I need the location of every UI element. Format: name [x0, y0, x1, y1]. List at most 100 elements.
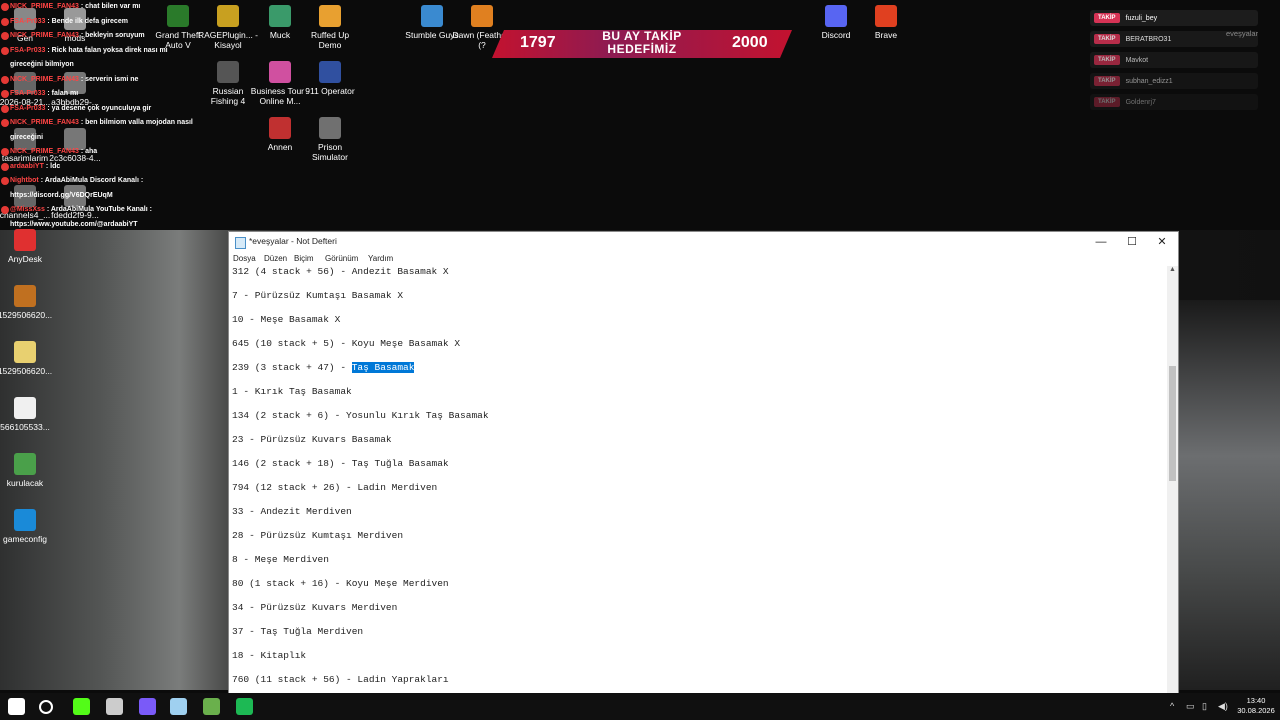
clock-time: 13:40 — [1246, 696, 1266, 705]
desktop-icon[interactable]: Brave — [856, 5, 916, 40]
network-icon[interactable]: ▭ — [1186, 701, 1195, 712]
chat-message: https://www.youtube.com/@ardaabiYT — [0, 218, 200, 233]
chat-text: : ArdaAbiMula Discord Kanalı : — [40, 177, 144, 184]
follow-badge: TAKİP — [1094, 13, 1120, 23]
text-line[interactable]: 1 - Kırık Taş Basamak — [232, 386, 352, 397]
line-text: 34 - Pürüzsüz Kuvars Merdiven — [232, 602, 398, 613]
chat-username: FSA-Pr033 — [10, 90, 46, 97]
text-line[interactable]: 23 - Pürüzsüz Kuvars Basamak — [232, 434, 392, 445]
minimize-button[interactable]: — — [1086, 232, 1116, 252]
chat-message: gireceğini — [0, 131, 200, 146]
menu-item[interactable]: Görünüm — [325, 254, 358, 263]
text-line[interactable]: 10 - Meşe Basamak X — [232, 314, 340, 325]
text-line[interactable]: 239 (3 stack + 47) - Taş Basamak — [232, 362, 415, 373]
menu-item[interactable]: Dosya — [233, 254, 256, 263]
line-text: 7 - Pürüzsüz Kumtaşı Basamak X — [232, 290, 404, 301]
messenger-app-icon[interactable] — [139, 698, 156, 715]
chat-text: : falan mı — [47, 90, 79, 97]
clock-date: 30.08.2026 — [1237, 706, 1275, 715]
text-line[interactable]: 34 - Pürüzsüz Kuvars Merdiven — [232, 602, 397, 613]
desktop-icon[interactable]: gameconfig — [0, 509, 55, 544]
volume-icon[interactable]: ◀) — [1218, 701, 1228, 712]
text-line[interactable]: 18 - Kitaplık — [232, 650, 306, 661]
minecraft-app-icon[interactable] — [203, 698, 220, 715]
chat-message: @MissXss: ArdaAbiMula YouTube Kanalı : — [0, 203, 200, 218]
vertical-scrollbar[interactable]: ▲ — [1167, 266, 1178, 694]
text-editor[interactable]: 312 (4 stack + 56) - Andezit Basamak X 7 … — [229, 266, 1167, 694]
app-icon — [14, 341, 36, 363]
obs-app-icon[interactable] — [106, 698, 123, 715]
spotify-app-icon[interactable] — [236, 698, 253, 715]
line-text: 645 (10 stack + 5) - Koyu Meşe Basamak X — [232, 338, 461, 349]
chat-username: NICK_PRIME_FAN43 — [10, 3, 79, 10]
desktop-icon[interactable]: Russian Fishing 4 — [198, 61, 258, 106]
kick-app-icon[interactable] — [73, 698, 90, 715]
text-line[interactable]: 760 (11 stack + 56) - Ladin Yaprakları — [232, 674, 449, 685]
desktop-icon-label: 1529506620... — [0, 310, 53, 320]
app-icon — [319, 5, 341, 27]
notepad-window[interactable]: *eveşyalar - Not Defteri — ☐ ✕ Dosya Düze… — [228, 231, 1179, 695]
desktop-icon-label: 1529506620... — [0, 366, 53, 376]
app-icon — [269, 61, 291, 83]
chat-message: FSA-Pr033: Bende ilk defa girecem — [0, 15, 200, 30]
desktop-icon[interactable]: 911 Operator — [300, 61, 360, 96]
menu-item[interactable]: Biçim — [294, 254, 314, 263]
desktop-icon[interactable]: 1529506620... — [0, 341, 55, 376]
follower-entry: TAKİP Mavkot — [1090, 52, 1258, 68]
text-line[interactable]: 134 (2 stack + 6) - Yosunlu Kırık Taş Ba… — [232, 410, 489, 421]
menu-bar: Dosya Düzen Biçim Görünüm Yardım — [229, 252, 1178, 266]
text-line[interactable]: 645 (10 stack + 5) - Koyu Meşe Basamak X — [232, 338, 460, 349]
overlay-label: eveşyalar — [1226, 29, 1259, 38]
chat-username: @MissXss — [10, 206, 45, 213]
search-button-icon[interactable] — [39, 700, 53, 714]
start-button-icon[interactable] — [8, 698, 25, 715]
follow-badge: TAKİP — [1094, 34, 1120, 44]
app-icon — [269, 117, 291, 139]
chat-username: NICK_PRIME_FAN43 — [10, 119, 79, 126]
menu-item[interactable]: Düzen — [264, 254, 287, 263]
follow-badge: TAKİP — [1094, 55, 1120, 65]
text-line[interactable]: 794 (12 stack + 26) - Ladin Merdiven — [232, 482, 437, 493]
app-icon — [217, 61, 239, 83]
app-icon — [421, 5, 443, 27]
chat-bubble-icon[interactable]: ▯ — [1202, 701, 1207, 712]
chat-username: Nightbot — [10, 177, 39, 184]
app-icon — [217, 5, 239, 27]
system-clock[interactable]: 13:40 30.08.2026 — [1236, 696, 1276, 716]
scrollbar-thumb[interactable] — [1169, 366, 1176, 481]
chat-message: NICK_PRIME_FAN43: bekleyin soruyum — [0, 29, 200, 44]
chat-message: NICK_PRIME_FAN43: chat bilen var mı — [0, 0, 200, 15]
maximize-button[interactable]: ☐ — [1117, 232, 1147, 252]
line-text: 1 - Kırık Taş Basamak — [232, 386, 352, 397]
chat-text: : ben bilmiom valla mojodan nasıl — [80, 119, 193, 126]
text-line[interactable]: 37 - Taş Tuğla Merdiven — [232, 626, 363, 637]
chat-text: : chat bilen var mı — [80, 3, 141, 10]
chat-text: : ArdaAbiMula YouTube Kanalı : — [46, 206, 152, 213]
text-line[interactable]: 146 (2 stack + 18) - Taş Tuğla Basamak — [232, 458, 449, 469]
chat-message: Nightbot: ArdaAbiMula Discord Kanalı : — [0, 174, 200, 189]
selected-text[interactable]: Taş Basamak — [351, 362, 415, 373]
text-line[interactable]: 7 - Pürüzsüz Kumtaşı Basamak X — [232, 290, 403, 301]
scroll-up-icon[interactable]: ▲ — [1169, 266, 1176, 273]
desktop-icon-label: Muck — [269, 30, 291, 40]
text-line[interactable]: 312 (4 stack + 56) - Andezit Basamak X — [232, 266, 449, 277]
text-line[interactable]: 80 (1 stack + 16) - Koyu Meşe Merdiven — [232, 578, 449, 589]
title-bar[interactable]: *eveşyalar - Not Defteri — ☐ ✕ — [229, 232, 1178, 252]
desktop-icon[interactable]: 566105533... — [0, 397, 55, 432]
desktop-icon[interactable]: 1529506620... — [0, 285, 55, 320]
close-button[interactable]: ✕ — [1147, 232, 1177, 252]
chevron-up-icon[interactable]: ^ — [1170, 701, 1174, 711]
desktop-icon[interactable]: RAGEPlugin... - Kisayol — [198, 5, 258, 50]
menu-item[interactable]: Yardım — [368, 254, 393, 263]
text-line[interactable]: 8 - Meşe Merdiven — [232, 554, 329, 565]
text-line[interactable]: 28 - Pürüzsüz Kumtaşı Merdiven — [232, 530, 403, 541]
notepad-app-icon[interactable] — [170, 698, 187, 715]
desktop-icon[interactable]: Prison Simulator — [300, 117, 360, 162]
desktop-icon[interactable]: kurulacak — [0, 453, 55, 488]
desktop-icon-label: 911 Operator — [305, 86, 355, 96]
text-line[interactable]: 33 - Andezit Merdiven — [232, 506, 352, 517]
line-text: 23 - Pürüzsüz Kuvars Basamak — [232, 434, 392, 445]
chat-text: : Rick hata falan yoksa direk nası mı — [47, 46, 168, 54]
line-text: 146 (2 stack + 18) - Taş Tuğla Basamak — [232, 458, 449, 469]
desktop-icon[interactable]: Ruffed Up Demo — [300, 5, 360, 50]
